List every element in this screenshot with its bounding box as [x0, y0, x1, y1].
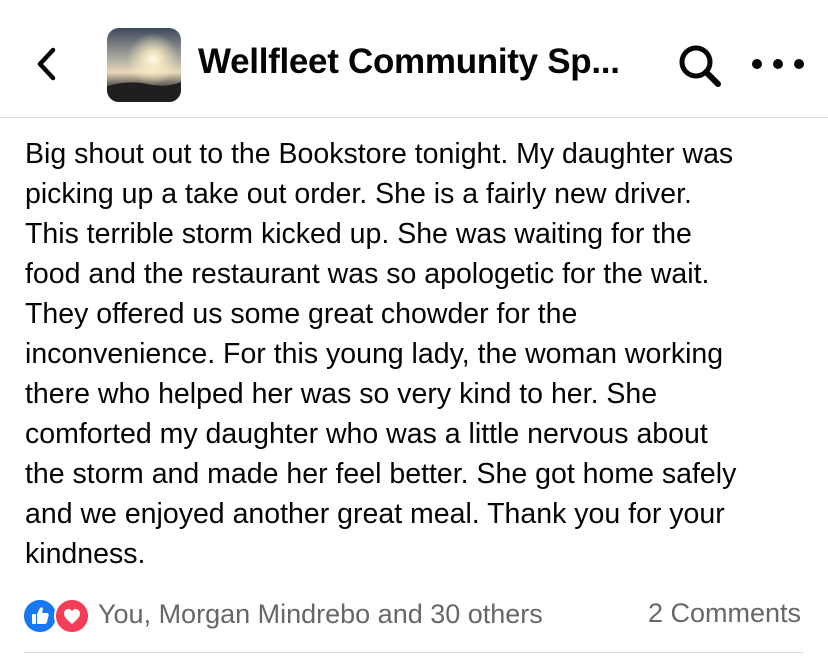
divider	[24, 652, 804, 653]
group-title[interactable]: Wellfleet Community Sp...	[198, 42, 620, 82]
more-dots-icon	[794, 59, 804, 69]
search-icon	[679, 45, 721, 87]
group-avatar[interactable]	[107, 28, 181, 102]
reactions-text[interactable]: You, Morgan Mindrebo and 30 others	[98, 599, 543, 630]
post-text-line: food and the restaurant was so apologeti…	[25, 258, 710, 290]
post-text-line: comforted my daughter who was a little n…	[25, 418, 708, 450]
more-options-button[interactable]	[752, 52, 804, 76]
back-button[interactable]	[28, 40, 64, 88]
post-text-line: there who helped her was so very kind to…	[25, 378, 658, 410]
comments-count[interactable]: 2 Comments	[648, 598, 801, 629]
search-button[interactable]	[676, 42, 724, 90]
post-text-line: inconvenience. For this young lady, the …	[25, 338, 724, 370]
love-icon	[54, 598, 90, 634]
post-text-line: picking up a take out order. She is a fa…	[25, 178, 692, 210]
post-text-line: kindness.	[25, 538, 146, 570]
top-bar: Wellfleet Community Sp...	[0, 0, 828, 118]
reactions-summary[interactable]: You, Morgan Mindrebo and 30 others	[22, 596, 543, 634]
post-text-line: They offered us some great chowder for t…	[25, 298, 578, 330]
chevron-left-icon	[37, 47, 56, 81]
like-icon	[22, 598, 58, 634]
post-text-line: Big shout out to the Bookstore tonight. …	[25, 138, 734, 170]
more-dots-icon	[773, 59, 783, 69]
post-text-line: and we enjoyed another great meal. Thank…	[25, 498, 725, 530]
more-dots-icon	[752, 59, 762, 69]
reaction-icons	[22, 596, 92, 634]
post-text-line: the storm and made her feel better. She …	[25, 458, 737, 490]
post-text-line: This terrible storm kicked up. She was w…	[25, 218, 692, 250]
post-text: Big shout out to the Bookstore tonight. …	[25, 134, 815, 574]
sunset-image	[107, 28, 181, 102]
